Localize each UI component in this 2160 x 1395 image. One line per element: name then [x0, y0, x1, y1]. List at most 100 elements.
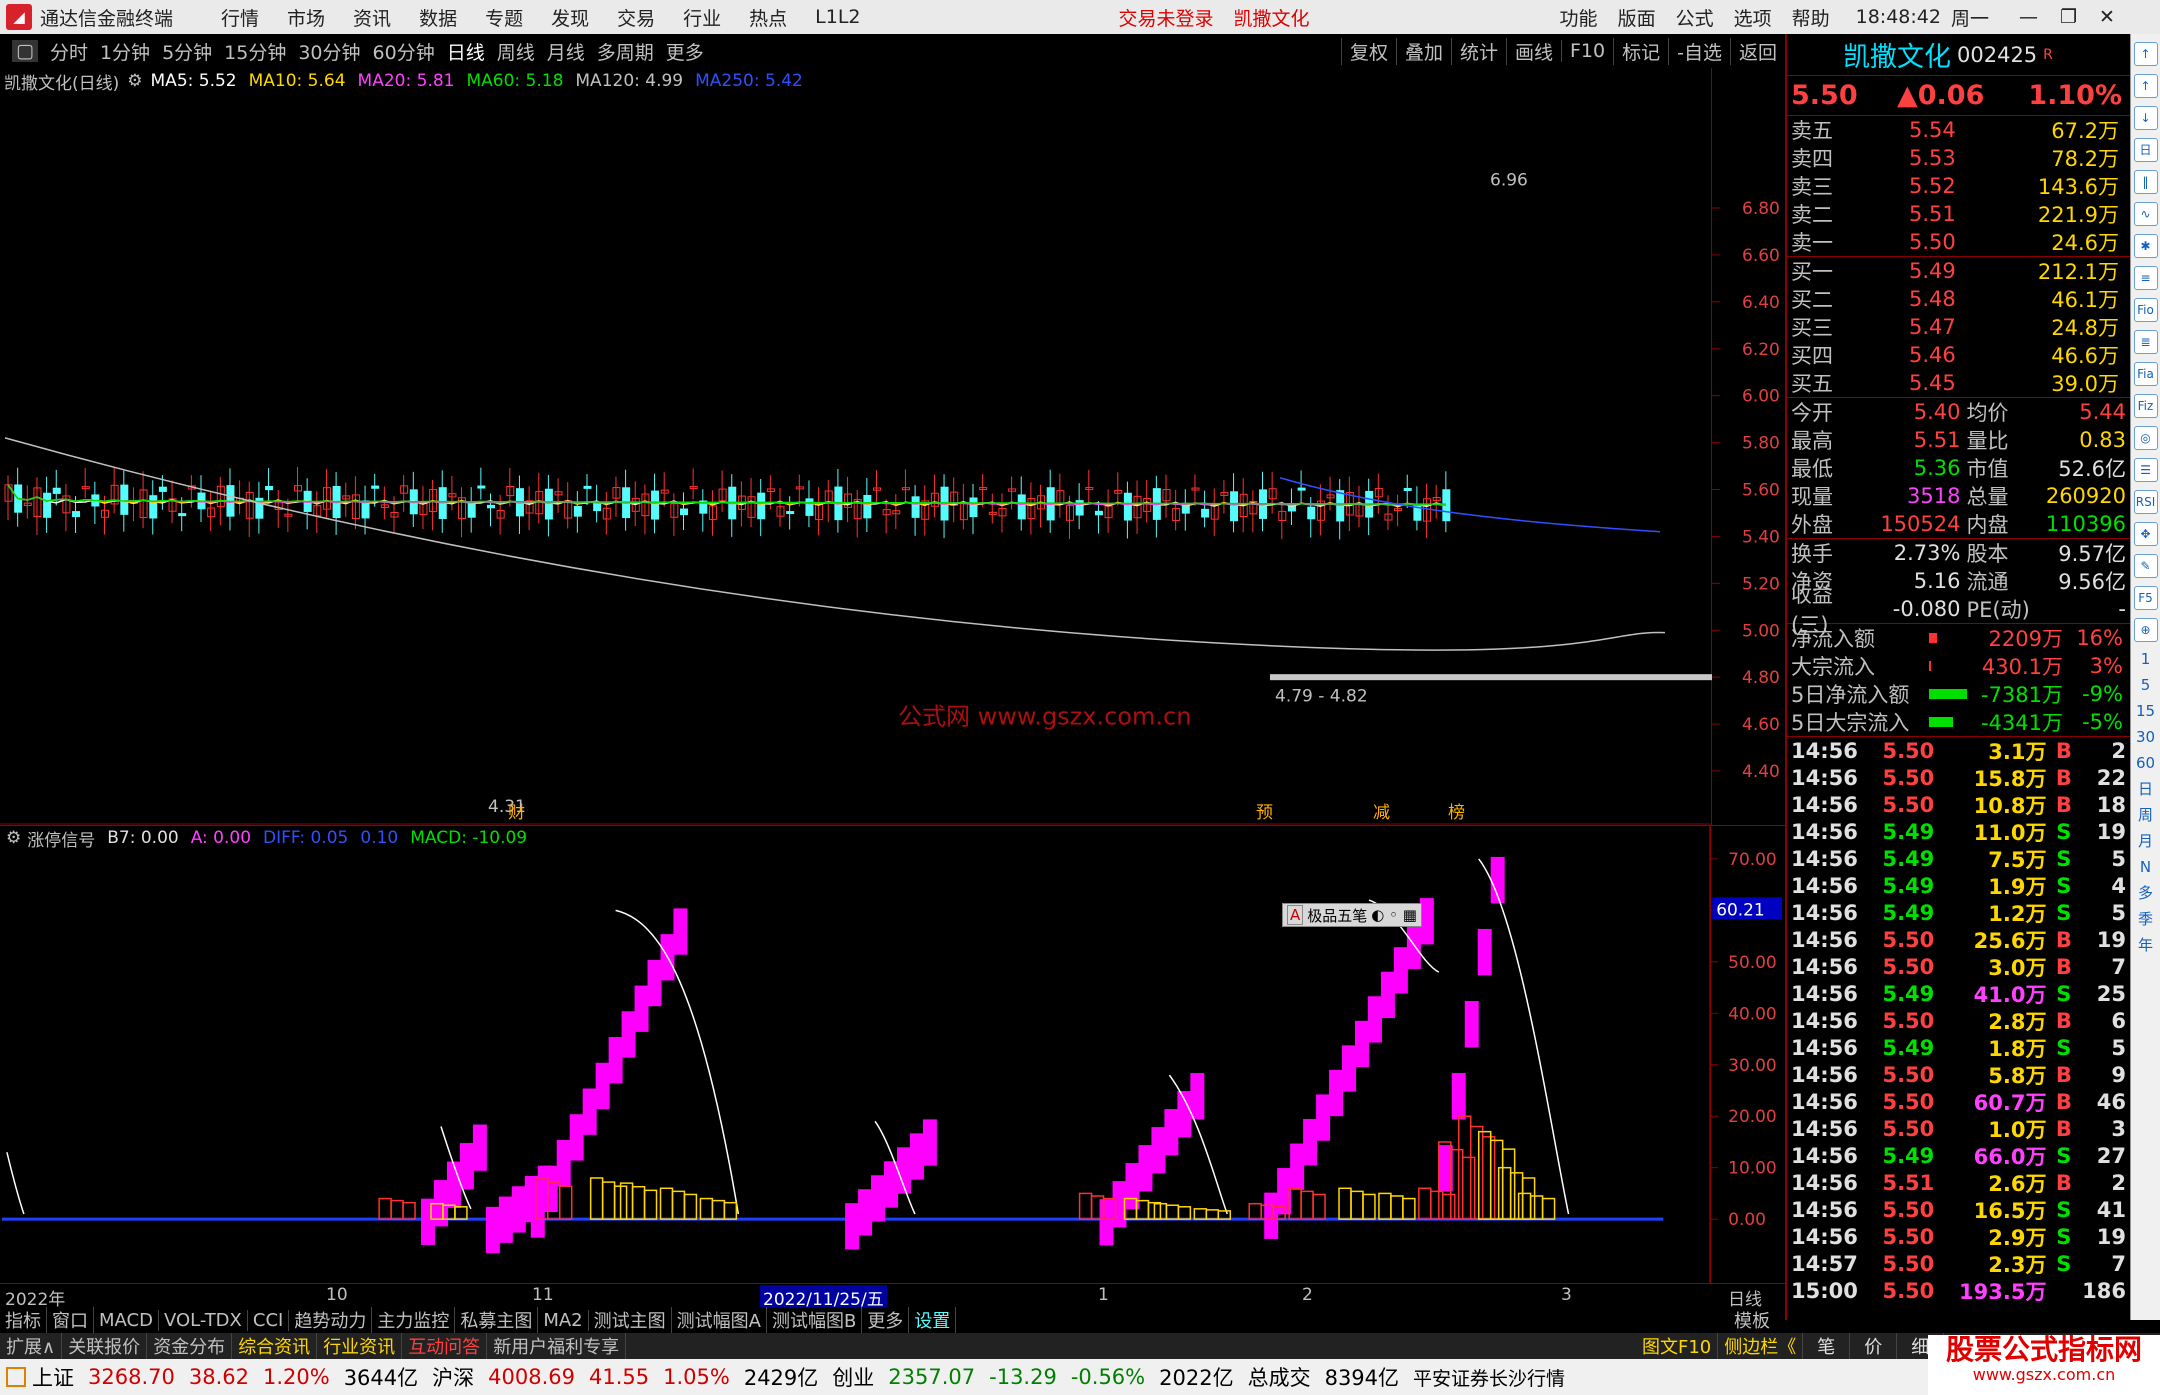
rail-tool-20[interactable]: 5: [2134, 674, 2158, 698]
rail-tool-30[interactable]: 年: [2134, 934, 2158, 958]
toolbar-button-5[interactable]: 标记: [1613, 37, 1668, 65]
orderbook-row[interactable]: 买二 5.48 46.1万: [1787, 285, 2130, 313]
period-tab-9[interactable]: 多周期: [597, 38, 654, 65]
rail-tool-26[interactable]: 月: [2134, 830, 2158, 854]
minimize-icon[interactable]: —: [2019, 6, 2038, 28]
right-menu-item-2[interactable]: 公式: [1676, 4, 1714, 31]
rail-tool-5[interactable]: ∿: [2133, 202, 2158, 226]
period-tab-7[interactable]: 周线: [497, 38, 535, 65]
indicator-tab-4[interactable]: CCI: [248, 1309, 290, 1331]
menu-item-0[interactable]: 行情: [221, 4, 259, 31]
toolbar-button-1[interactable]: 叠加: [1395, 37, 1451, 65]
toolbar-button-7[interactable]: 返回: [1729, 37, 1785, 65]
indicator-tab-8[interactable]: MA2: [538, 1309, 589, 1331]
rail-tool-9[interactable]: ≣: [2133, 330, 2158, 354]
rail-tool-24[interactable]: 日: [2134, 778, 2158, 802]
orderbook-row[interactable]: 卖四 5.53 78.2万: [1787, 144, 2130, 172]
rail-tool-16[interactable]: ✎: [2133, 554, 2158, 578]
toolbar-button-3[interactable]: 画线: [1505, 37, 1561, 65]
menu-item-9[interactable]: L1L2: [815, 6, 860, 28]
indicator-tab-0[interactable]: 指标: [0, 1307, 47, 1333]
indicator-tab-2[interactable]: MACD: [94, 1309, 159, 1331]
indicator-tab-11[interactable]: 测试幅图B: [767, 1307, 863, 1333]
info-tab-1[interactable]: 关联报价: [62, 1333, 148, 1359]
event-marker-1[interactable]: 预: [1256, 803, 1273, 823]
ime-popup[interactable]: A 极品五笔 ◐ ◦ ▦: [1282, 903, 1422, 927]
rail-tool-3[interactable]: 日: [2133, 138, 2158, 162]
side-tab-0[interactable]: 图文F10: [1636, 1333, 1719, 1359]
orderbook-row[interactable]: 买三 5.47 24.8万: [1787, 313, 2130, 341]
menu-item-4[interactable]: 专题: [485, 4, 523, 31]
rail-tool-13[interactable]: ☰: [2133, 458, 2158, 482]
rail-tool-17[interactable]: F5: [2133, 586, 2158, 610]
trade-login-status[interactable]: 交易未登录: [1119, 4, 1214, 31]
toolbar-button-2[interactable]: 统计: [1450, 37, 1506, 65]
side-tab-2[interactable]: 笔: [1803, 1333, 1851, 1359]
period-tab-10[interactable]: 更多: [666, 38, 704, 65]
orderbook-row[interactable]: 卖五 5.54 67.2万: [1787, 116, 2130, 144]
event-marker-2[interactable]: 减: [1373, 803, 1390, 823]
info-tab-4[interactable]: 行业资讯: [317, 1333, 403, 1359]
period-tab-4[interactable]: 30分钟: [298, 38, 360, 65]
period-tab-2[interactable]: 5分钟: [162, 38, 212, 65]
indicator-tab-12[interactable]: 更多: [862, 1307, 910, 1333]
rail-tool-8[interactable]: Fio: [2133, 298, 2158, 322]
rail-tool-19[interactable]: 1: [2134, 648, 2158, 672]
gear-icon[interactable]: ⚙: [127, 71, 142, 91]
rail-tool-23[interactable]: 60: [2134, 752, 2158, 776]
ime-a-icon[interactable]: A: [1287, 905, 1304, 925]
rail-tool-7[interactable]: ≡: [2133, 266, 2158, 290]
period-tab-1[interactable]: 1分钟: [100, 38, 150, 65]
menu-item-1[interactable]: 市场: [287, 4, 325, 31]
indicator-tab-9[interactable]: 测试主图: [589, 1307, 672, 1333]
period-tab-8[interactable]: 月线: [547, 38, 585, 65]
orderbook-row[interactable]: 卖三 5.52 143.6万: [1787, 172, 2130, 200]
right-menu-item-4[interactable]: 帮助: [1792, 4, 1830, 31]
indicator-tab-1[interactable]: 窗口: [47, 1307, 94, 1333]
rail-tool-15[interactable]: ✥: [2133, 522, 2158, 546]
toolbar-button-6[interactable]: -自选: [1668, 37, 1730, 65]
market-icon[interactable]: [6, 1367, 26, 1387]
info-tab-5[interactable]: 互动问答: [402, 1333, 488, 1359]
info-tab-3[interactable]: 综合资讯: [232, 1333, 318, 1359]
rail-tool-10[interactable]: Fia: [2133, 362, 2158, 386]
side-tab-3[interactable]: 价: [1850, 1333, 1898, 1359]
info-tab-0[interactable]: 扩展∧: [0, 1333, 63, 1359]
right-menu-item-1[interactable]: 版面: [1618, 4, 1656, 31]
rail-tool-6[interactable]: ✱: [2133, 234, 2158, 258]
rail-tool-22[interactable]: 30: [2134, 726, 2158, 750]
orderbook-row[interactable]: 买四 5.46 46.6万: [1787, 341, 2130, 369]
rail-tool-1[interactable]: ↑: [2133, 74, 2158, 98]
rail-tool-18[interactable]: ⊕: [2133, 618, 2158, 642]
indicator-tab-3[interactable]: VOL-TDX: [159, 1309, 248, 1331]
collapse-icon[interactable]: ▢: [12, 40, 38, 62]
event-marker-3[interactable]: 榜: [1448, 803, 1465, 823]
indicator-tab-6[interactable]: 主力监控: [372, 1307, 456, 1333]
indicator-tab-13[interactable]: 设置: [909, 1307, 957, 1333]
restore-icon[interactable]: ❐: [2060, 6, 2077, 28]
indicator-tab-10[interactable]: 测试幅图A: [672, 1307, 767, 1333]
candlestick-chart[interactable]: 6.80 6.60 6.40 6.20 6.00 5.80 5.60 5.40 5.20 5.00…: [0, 68, 1785, 825]
menu-item-7[interactable]: 行业: [683, 4, 721, 31]
rail-tool-29[interactable]: 季: [2134, 908, 2158, 932]
close-icon[interactable]: ✕: [2099, 6, 2115, 28]
menu-item-6[interactable]: 交易: [617, 4, 655, 31]
orderbook-row[interactable]: 买五 5.45 39.0万: [1787, 369, 2130, 397]
side-tab-1[interactable]: 侧边栏《: [1718, 1333, 1804, 1359]
menu-item-2[interactable]: 资讯: [353, 4, 391, 31]
rail-tool-0[interactable]: ↑: [2133, 42, 2158, 66]
period-tab-0[interactable]: 分时: [50, 38, 88, 65]
rail-tool-4[interactable]: ‖: [2133, 170, 2158, 194]
template-tab[interactable]: 模板: [1729, 1307, 1775, 1333]
period-tab-6[interactable]: 日线: [447, 38, 485, 65]
orderbook-row[interactable]: 卖二 5.51 221.9万: [1787, 200, 2130, 228]
toolbar-button-4[interactable]: F10: [1561, 40, 1613, 62]
info-tab-6[interactable]: 新用户福利专享: [487, 1333, 627, 1359]
rail-tool-25[interactable]: 周: [2134, 804, 2158, 828]
right-menu-item-3[interactable]: 选项: [1734, 4, 1772, 31]
menu-item-8[interactable]: 热点: [749, 4, 787, 31]
event-marker-0[interactable]: 财: [508, 803, 525, 823]
rail-tool-2[interactable]: ↓: [2133, 106, 2158, 130]
menu-item-3[interactable]: 数据: [419, 4, 457, 31]
rail-tool-21[interactable]: 15: [2134, 700, 2158, 724]
